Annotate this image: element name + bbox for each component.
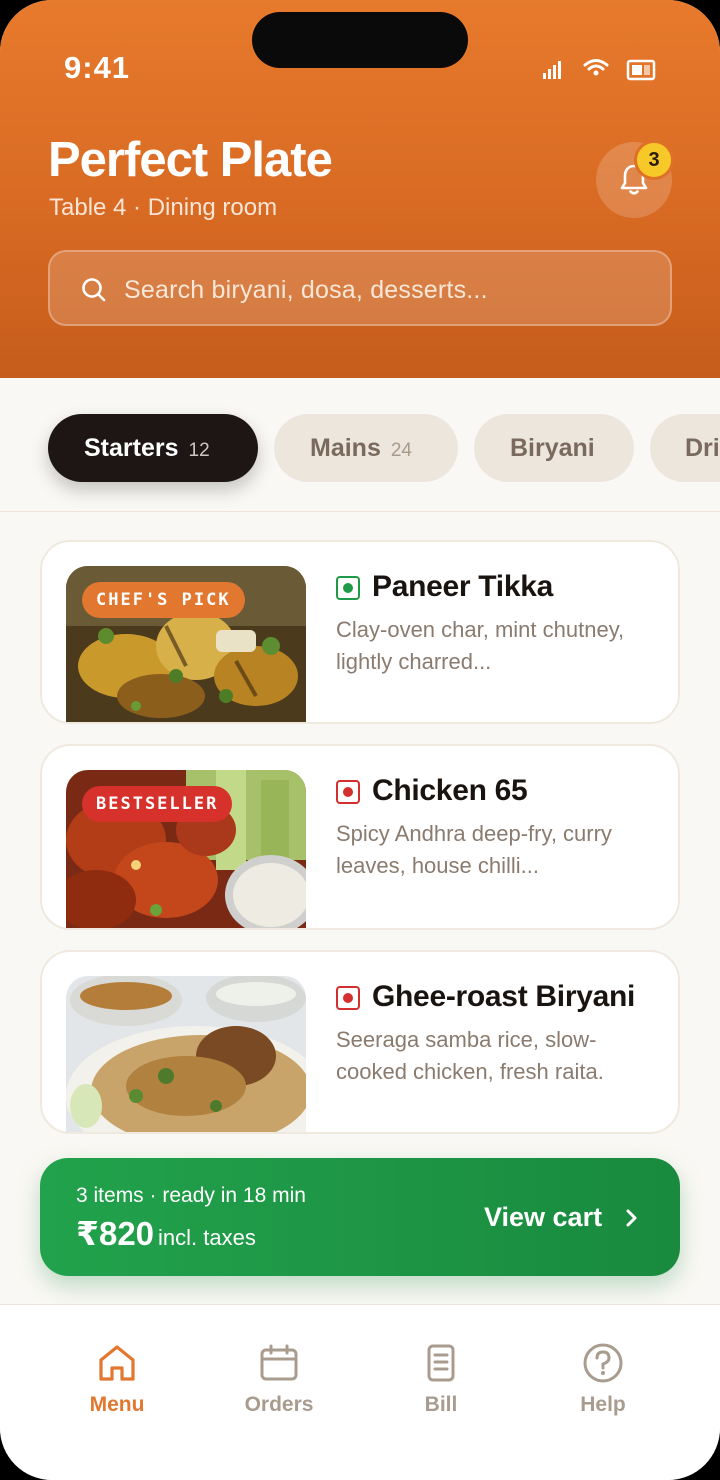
view-cart-label: View cart (484, 1202, 603, 1232)
non-veg-indicator-icon (336, 780, 360, 804)
item-name: Paneer Tikka (372, 570, 553, 603)
battery-icon (626, 59, 656, 81)
tab-count: 24 (390, 440, 412, 461)
search-placeholder: Search biryani, dosa, desserts... (124, 276, 488, 304)
cart-total: ₹820 incl. taxes (76, 1214, 256, 1253)
tab-label: Mains (310, 434, 381, 462)
nav-label: Menu (89, 1393, 145, 1416)
menu-item-card[interactable]: Ghee-roast Biryani Seeraga samba rice, s… (40, 950, 680, 1134)
item-description: Spicy Andhra deep-fry, curry leaves, hou… (336, 821, 612, 878)
tab-label: Starters (84, 434, 179, 462)
bottom-navigation: Menu Orders Bill Help (0, 1304, 720, 1480)
receipt-icon (427, 1344, 455, 1382)
tab-count: 12 (188, 440, 210, 461)
phone-screen: 9:41 Perfect Plate Table 4 · Dining room (0, 0, 720, 1480)
menu-item-card[interactable]: CHEF'S PICK Paneer Tikka Clay-oven char,… (40, 540, 680, 724)
chefs-pick-tag: CHEF'S PICK (82, 582, 245, 618)
help-icon (583, 1343, 623, 1383)
tab-starters[interactable]: Starters 12 (48, 414, 258, 482)
app-header: 9:41 Perfect Plate Table 4 · Dining room (0, 0, 720, 378)
search-input[interactable]: Search biryani, dosa, desserts... (48, 250, 672, 326)
tab-biryani[interactable]: Biryani (474, 414, 634, 482)
item-photo (66, 976, 306, 1132)
cellular-signal-icon (543, 61, 561, 79)
item-description: Seeraga samba rice, slow-cooked chicken,… (336, 1027, 604, 1084)
home-icon (99, 1345, 135, 1381)
biryani-photo (66, 976, 306, 1132)
restaurant-title: Perfect Plate (48, 133, 333, 187)
chevron-right-icon (626, 1209, 637, 1227)
status-time: 9:41 (64, 50, 131, 85)
item-name: Ghee-roast Biryani (372, 980, 636, 1013)
item-name: Chicken 65 (372, 774, 528, 807)
cart-total-note: incl. taxes (158, 1225, 256, 1250)
search-icon (82, 278, 106, 302)
nav-orders[interactable]: Orders (219, 1341, 339, 1417)
view-cart-button[interactable]: View cart (484, 1202, 637, 1233)
cart-total-amount: ₹820 (76, 1215, 155, 1252)
nav-menu[interactable]: Menu (57, 1341, 177, 1417)
item-photo: BESTSELLER (66, 770, 306, 928)
nav-label: Orders (244, 1393, 314, 1416)
cart-summary: 3 items · ready in 18 min (76, 1184, 306, 1207)
nav-label: Bill (424, 1393, 458, 1416)
notification-count-badge: 3 (634, 140, 674, 180)
nav-bill[interactable]: Bill (381, 1341, 501, 1417)
item-photo: CHEF'S PICK (66, 566, 306, 722)
nav-label: Help (580, 1393, 626, 1416)
item-description: Clay-oven char, mint chutney, lightly ch… (336, 617, 625, 674)
non-veg-indicator-icon (336, 986, 360, 1010)
bestseller-tag: BESTSELLER (82, 786, 233, 822)
nav-help[interactable]: Help (543, 1341, 663, 1417)
tab-label: Biryani (510, 434, 595, 462)
tab-drinks[interactable]: Dri (650, 414, 720, 482)
tab-mains[interactable]: Mains 24 (274, 414, 458, 482)
menu-item-card[interactable]: BESTSELLER Chicken 65 Spicy Andhra deep-… (40, 744, 680, 930)
category-tabs: Starters 12 Mains 24 Biryani Dri (0, 378, 720, 512)
view-cart-bar[interactable]: 3 items · ready in 18 min ₹820 incl. taxe… (40, 1158, 680, 1276)
dynamic-island (252, 12, 468, 68)
tab-label: Dri (685, 434, 720, 462)
wifi-icon (583, 59, 609, 76)
calendar-icon (260, 1344, 298, 1381)
table-subtitle: Table 4 · Dining room (49, 194, 278, 221)
veg-indicator-icon (336, 576, 360, 600)
